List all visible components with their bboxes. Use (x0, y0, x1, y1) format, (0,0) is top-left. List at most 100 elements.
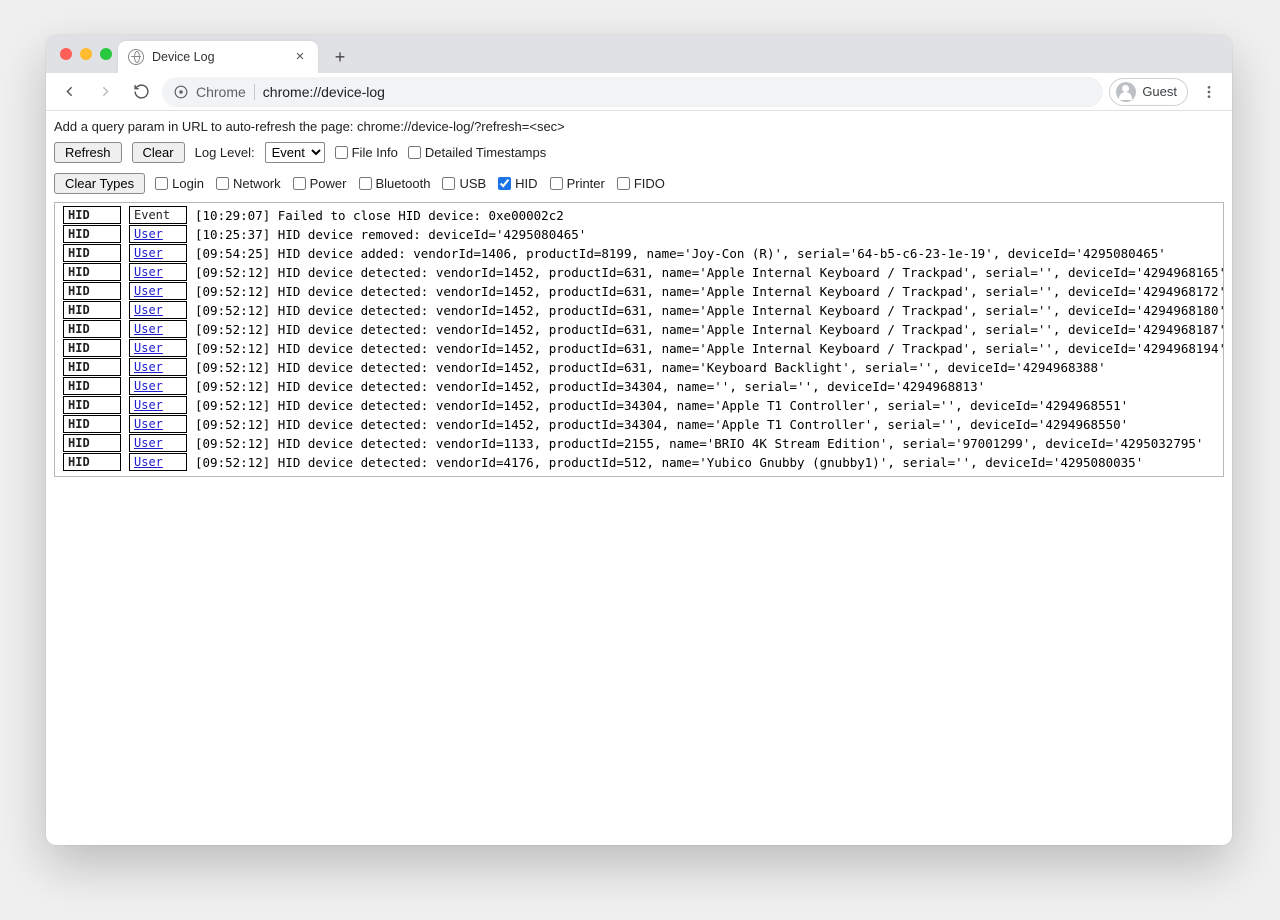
reload-button[interactable] (126, 77, 156, 107)
log-level-tag[interactable]: User (129, 320, 187, 338)
log-type-tag: HID (63, 301, 121, 319)
log-type-tag: HID (63, 225, 121, 243)
close-tab-icon[interactable]: × (292, 49, 308, 65)
log-message: [09:54:25] HID device added: vendorId=14… (191, 244, 1230, 262)
log-level-label: Log Level: (195, 145, 255, 160)
log-row: HID User[09:52:12] HID device detected: v… (59, 415, 1230, 433)
log-message: [09:52:12] HID device detected: vendorId… (191, 339, 1230, 357)
log-message: [09:52:12] HID device detected: vendorId… (191, 263, 1230, 281)
site-info-icon[interactable] (174, 85, 188, 99)
log-level-tag[interactable]: User (129, 396, 187, 414)
type-filter-power[interactable]: Power (293, 176, 347, 191)
controls-row-2: Clear Types Login Network Power Bluetooth US… (52, 171, 1226, 202)
log-row: HID User[10:25:37] HID device removed: de… (59, 225, 1230, 243)
log-message: [09:52:12] HID device detected: vendorId… (191, 377, 1230, 395)
type-filter-usb[interactable]: USB (442, 176, 486, 191)
log-level-tag[interactable]: User (129, 225, 187, 243)
type-filter-network[interactable]: Network (216, 176, 281, 191)
url-prefix: Chrome (196, 84, 246, 100)
back-button[interactable] (54, 77, 84, 107)
overflow-menu-button[interactable] (1194, 77, 1224, 107)
file-info-checkbox[interactable]: File Info (335, 145, 398, 160)
type-filter-fido-input[interactable] (617, 177, 630, 190)
type-filter-printer-input[interactable] (550, 177, 563, 190)
log-container: HIDEvent[10:29:07] Failed to close HID d… (54, 202, 1224, 477)
clear-types-button[interactable]: Clear Types (54, 173, 145, 194)
log-row: HIDUser[09:52:12] HID device detected: v… (59, 320, 1230, 338)
type-filter-fido[interactable]: FIDO (617, 176, 665, 191)
detailed-timestamps-checkbox[interactable]: Detailed Timestamps (408, 145, 546, 160)
log-row: HID User[09:52:12] HID device detected: v… (59, 263, 1230, 281)
profile-label: Guest (1142, 84, 1177, 99)
type-filter-hid[interactable]: HID (498, 176, 537, 191)
type-filter-printer[interactable]: Printer (550, 176, 605, 191)
new-tab-button[interactable]: + (326, 43, 354, 71)
globe-icon (128, 49, 144, 65)
maximize-window-icon[interactable] (100, 48, 112, 60)
type-filter-group: Login Network Power Bluetooth USB HID Printer F… (155, 176, 665, 191)
log-table: HIDEvent[10:29:07] Failed to close HID d… (59, 205, 1230, 472)
minimize-window-icon[interactable] (80, 48, 92, 60)
file-info-input[interactable] (335, 146, 348, 159)
log-type-tag: HID (63, 282, 121, 300)
log-level-tag[interactable]: User (129, 282, 187, 300)
url-text: chrome://device-log (263, 84, 385, 100)
log-level-tag: Event (129, 206, 187, 224)
log-level-tag[interactable]: User (129, 377, 187, 395)
tab-title: Device Log (152, 50, 284, 64)
log-type-tag: HID (63, 377, 121, 395)
close-window-icon[interactable] (60, 48, 72, 60)
log-row: HID User[09:52:12] HID device detected: v… (59, 301, 1230, 319)
log-type-tag: HID (63, 358, 121, 376)
type-filter-login[interactable]: Login (155, 176, 204, 191)
log-level-tag[interactable]: User (129, 263, 187, 281)
log-row: HIDUser[09:52:12] HID device detected: v… (59, 396, 1230, 414)
forward-button[interactable] (90, 77, 120, 107)
log-type-tag: HID (63, 206, 121, 224)
log-level-tag[interactable]: User (129, 244, 187, 262)
log-level-select[interactable]: Event (265, 142, 325, 163)
log-level-tag[interactable]: User (129, 434, 187, 452)
profile-chip[interactable]: Guest (1109, 78, 1188, 106)
log-row: HIDEvent[10:29:07] Failed to close HID d… (59, 206, 1230, 224)
log-type-tag: HID (63, 263, 121, 281)
log-level-tag[interactable]: User (129, 339, 187, 357)
log-message: [10:25:37] HID device removed: deviceId=… (191, 225, 1230, 243)
type-filter-bluetooth[interactable]: Bluetooth (359, 176, 431, 191)
log-row: HIDUser[09:52:12] HID device detected: v… (59, 453, 1230, 471)
log-type-tag: HID (63, 453, 121, 471)
address-bar[interactable]: Chrome chrome://device-log (162, 77, 1103, 107)
log-level-tag[interactable]: User (129, 415, 187, 433)
type-filter-usb-input[interactable] (442, 177, 455, 190)
refresh-button[interactable]: Refresh (54, 142, 122, 163)
log-level-tag[interactable]: User (129, 358, 187, 376)
log-type-tag: HID (63, 415, 121, 433)
window-controls (60, 48, 112, 60)
refresh-hint: Add a query param in URL to auto-refresh… (52, 115, 1226, 140)
type-filter-bluetooth-input[interactable] (359, 177, 372, 190)
browser-window: Device Log × + Chrome chrome://device-lo… (46, 35, 1232, 845)
log-message: [09:52:12] HID device detected: vendorId… (191, 282, 1230, 300)
log-row: HID User[09:52:12] HID device detected: v… (59, 377, 1230, 395)
log-row: HIDUser[09:52:12] HID device detected: v… (59, 434, 1230, 452)
type-filter-power-input[interactable] (293, 177, 306, 190)
log-message: [09:52:12] HID device detected: vendorId… (191, 301, 1230, 319)
log-type-tag: HID (63, 320, 121, 338)
browser-toolbar: Chrome chrome://device-log Guest (46, 73, 1232, 111)
log-message: [09:52:12] HID device detected: vendorId… (191, 415, 1230, 433)
type-filter-network-input[interactable] (216, 177, 229, 190)
clear-button[interactable]: Clear (132, 142, 185, 163)
log-type-tag: HID (63, 434, 121, 452)
log-level-tag[interactable]: User (129, 453, 187, 471)
detailed-timestamps-input[interactable] (408, 146, 421, 159)
type-filter-hid-input[interactable] (498, 177, 511, 190)
controls-row-1: Refresh Clear Log Level: Event File Info… (52, 140, 1226, 171)
log-level-tag[interactable]: User (129, 301, 187, 319)
browser-tab[interactable]: Device Log × (118, 41, 318, 73)
type-filter-login-input[interactable] (155, 177, 168, 190)
log-row: HIDUser[09:52:12] HID device detected: v… (59, 358, 1230, 376)
log-type-tag: HID (63, 396, 121, 414)
log-row: HID User[09:52:12] HID device detected: v… (59, 282, 1230, 300)
page-content: Add a query param in URL to auto-refresh… (46, 111, 1232, 481)
avatar-icon (1116, 82, 1136, 102)
